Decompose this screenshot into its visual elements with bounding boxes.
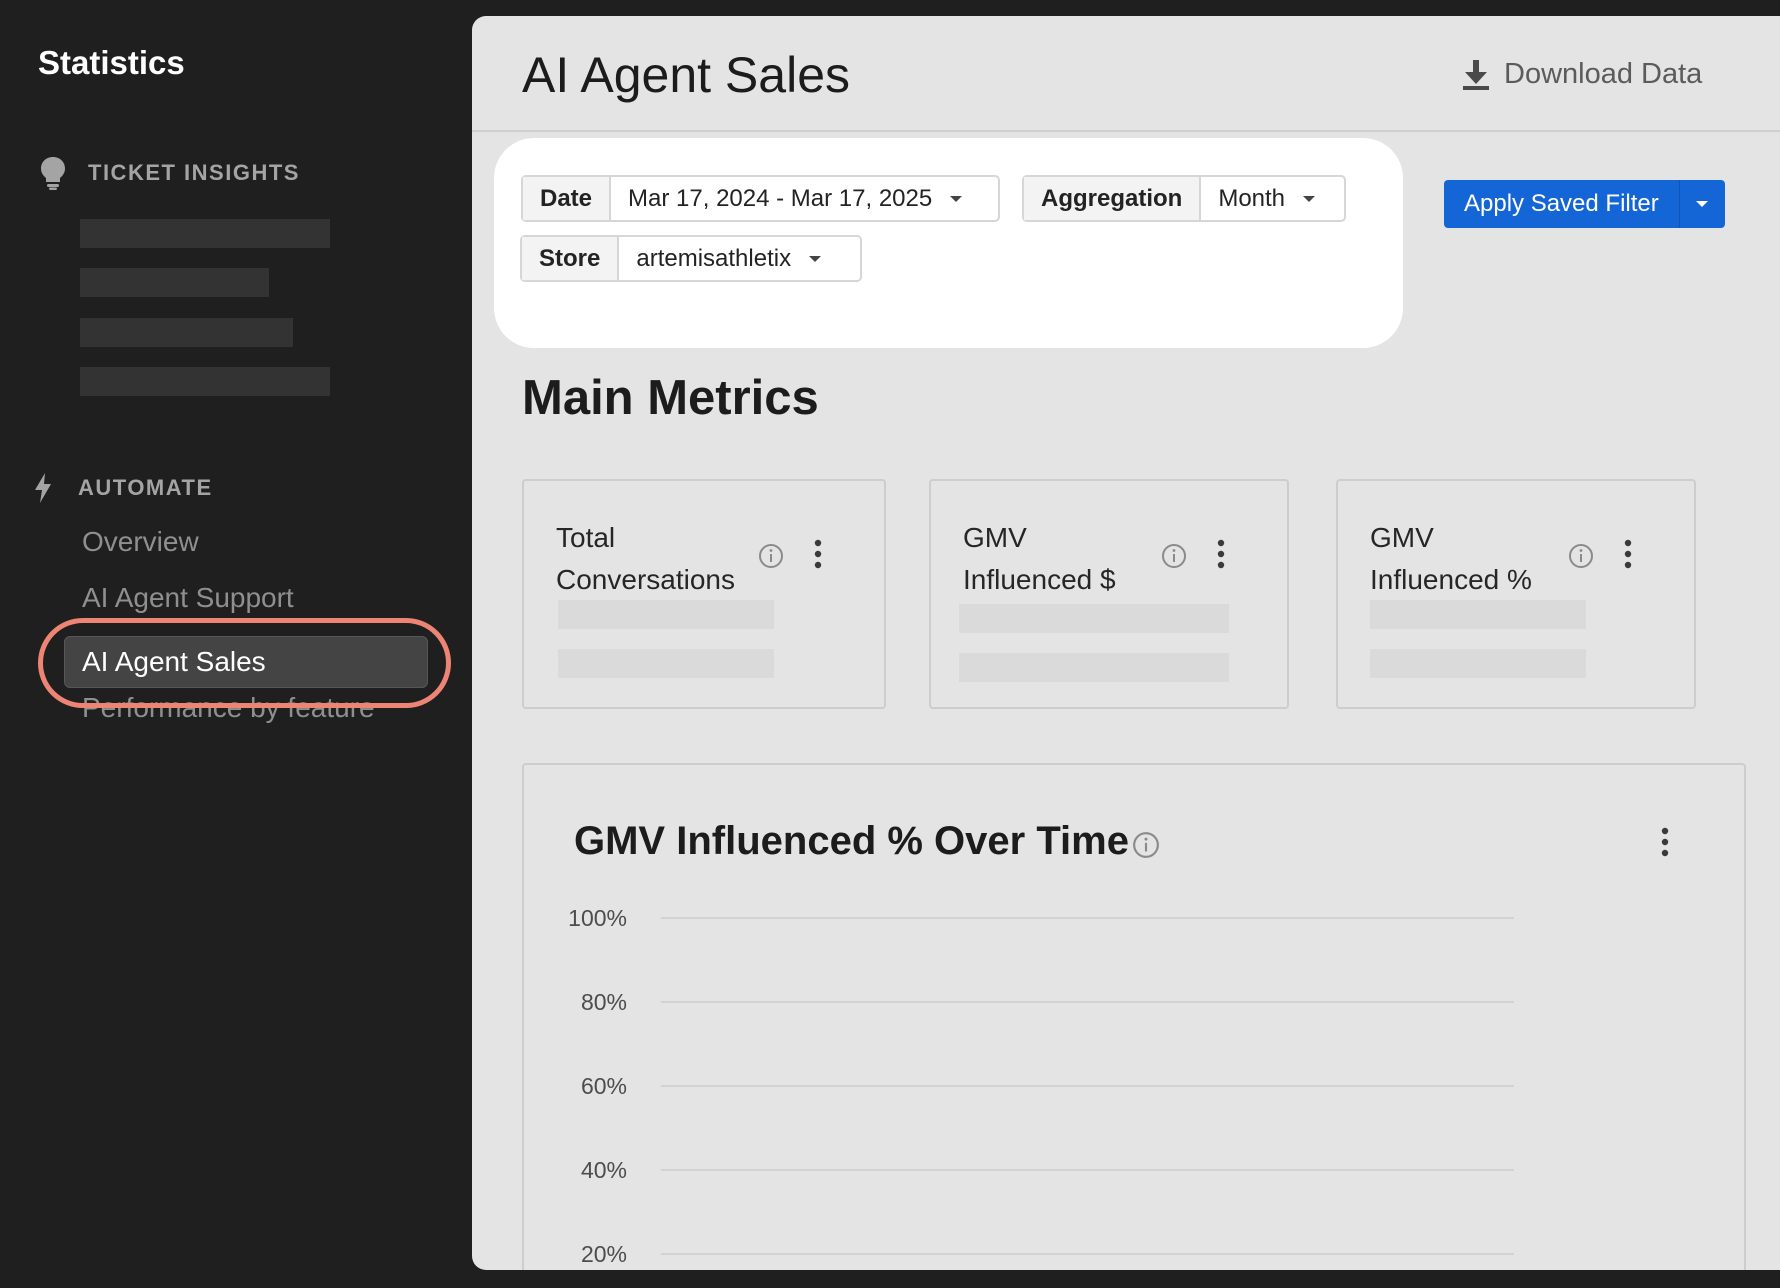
- chevron-down-icon: [809, 255, 822, 262]
- loading-placeholder: [558, 600, 774, 629]
- loading-placeholder: [80, 318, 293, 347]
- download-label: Download Data: [1504, 58, 1703, 90]
- section-automate[interactable]: AUTOMATE: [34, 473, 213, 503]
- sidebar: Statistics TICKET INSIGHTS AUTOMATE Over…: [0, 0, 472, 1288]
- main-panel: AI Agent Sales Download Data Date Mar 17…: [472, 16, 1780, 1270]
- loading-placeholder: [1370, 600, 1586, 629]
- download-data-button[interactable]: Download Data: [1462, 58, 1702, 91]
- metric-title: GMV Influenced $: [963, 522, 1116, 595]
- more-options-icon[interactable]: [1624, 539, 1632, 569]
- download-icon: [1462, 59, 1490, 91]
- metric-title: GMV Influenced %: [1370, 522, 1532, 595]
- date-filter[interactable]: Date Mar 17, 2024 - Mar 17, 2025: [521, 175, 1000, 222]
- info-icon[interactable]: [1161, 543, 1187, 569]
- sidebar-title: Statistics: [38, 44, 185, 81]
- aggregation-dropdown[interactable]: Month: [1201, 177, 1331, 220]
- loading-placeholder: [959, 653, 1229, 682]
- aggregation-filter[interactable]: Aggregation Month: [1022, 175, 1346, 222]
- page-title: AI Agent Sales: [522, 47, 851, 103]
- date-filter-dropdown[interactable]: Mar 17, 2024 - Mar 17, 2025: [611, 177, 978, 220]
- more-options-icon[interactable]: [814, 539, 822, 569]
- sidebar-item-overview[interactable]: Overview: [82, 526, 199, 558]
- y-tick-label: 80%: [581, 989, 627, 1015]
- chevron-down-icon: [950, 195, 963, 202]
- y-tick-label: 60%: [581, 1073, 627, 1099]
- store-value: artemisathletix: [636, 245, 792, 272]
- y-tick-label: 20%: [581, 1241, 627, 1267]
- store-filter-label: Store: [522, 237, 620, 280]
- header-bar: AI Agent Sales Download Data: [472, 16, 1780, 132]
- loading-placeholder: [80, 268, 269, 297]
- lightbulb-icon: [40, 156, 66, 190]
- metric-card-total-conversations: Total Conversations: [522, 479, 886, 709]
- section-label: AUTOMATE: [78, 475, 213, 500]
- loading-placeholder: [959, 604, 1229, 633]
- aggregation-value: Month: [1218, 185, 1286, 212]
- chart-plot: 100% 80% 60% 40% 20%: [568, 905, 1514, 1267]
- apply-saved-filter-button[interactable]: Apply Saved Filter: [1444, 180, 1679, 228]
- metric-card-gmv-influenced-percent: GMV Influenced %: [1336, 479, 1696, 709]
- sidebar-item-ai-agent-sales[interactable]: AI Agent Sales: [64, 636, 428, 688]
- section-ticket-insights[interactable]: TICKET INSIGHTS: [40, 156, 300, 190]
- sidebar-item-ai-agent-support[interactable]: AI Agent Support: [82, 582, 294, 614]
- metric-card-gmv-influenced-dollars: GMV Influenced $: [929, 479, 1289, 709]
- sidebar-item-performance-by-feature[interactable]: Performance by feature: [82, 692, 375, 724]
- chevron-down-icon: [1303, 195, 1316, 202]
- y-tick-label: 100%: [568, 905, 627, 931]
- loading-placeholder: [1370, 649, 1586, 678]
- metric-title: Total Conversations: [556, 522, 735, 595]
- info-icon[interactable]: [1568, 543, 1594, 569]
- apply-saved-filter-group: Apply Saved Filter: [1444, 180, 1725, 228]
- date-filter-value: Mar 17, 2024 - Mar 17, 2025: [628, 185, 933, 212]
- aggregation-filter-label: Aggregation: [1024, 177, 1202, 220]
- bolt-icon: [34, 473, 52, 503]
- more-options-icon[interactable]: [1217, 539, 1225, 569]
- date-filter-label: Date: [523, 177, 612, 220]
- chart-card-gmv-influenced-over-time: GMV Influenced % Over Time 100% 80% 60% 40%…: [522, 763, 1746, 1270]
- main-metrics-title: Main Metrics: [522, 371, 819, 425]
- y-tick-label: 40%: [581, 1157, 627, 1183]
- chevron-down-icon: [1696, 201, 1709, 207]
- info-icon[interactable]: [758, 543, 784, 569]
- loading-placeholder: [558, 649, 774, 678]
- store-dropdown[interactable]: artemisathletix: [619, 237, 837, 280]
- loading-placeholder: [80, 367, 330, 396]
- loading-placeholder: [80, 219, 330, 248]
- store-filter[interactable]: Store artemisathletix: [520, 235, 862, 282]
- apply-saved-filter-dropdown[interactable]: [1678, 180, 1725, 228]
- section-label: TICKET INSIGHTS: [88, 160, 300, 185]
- filter-panel: Date Mar 17, 2024 - Mar 17, 2025 Aggrega…: [494, 138, 1403, 348]
